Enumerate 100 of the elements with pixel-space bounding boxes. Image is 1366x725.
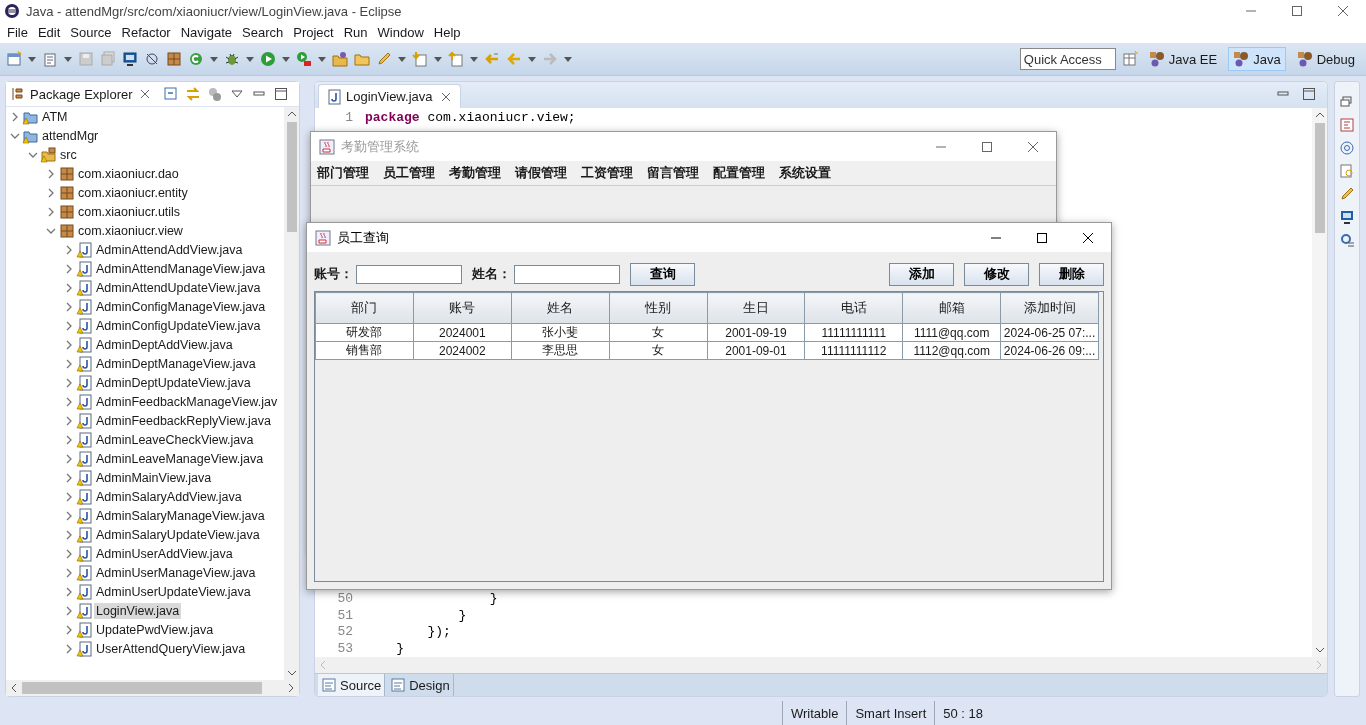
column-header[interactable]: 邮箱	[902, 292, 1001, 324]
menu-item[interactable]: 部门管理	[317, 164, 369, 182]
tree-item[interactable]: AdminDeptAddView.java	[94, 336, 235, 353]
tree-item[interactable]: com.xiaoniucr.view	[76, 222, 185, 239]
menu-item[interactable]: Project	[288, 25, 339, 40]
chevron-right-icon[interactable]	[64, 244, 74, 255]
menu-item[interactable]: Window	[372, 25, 429, 40]
folder-icon[interactable]	[354, 51, 370, 67]
tree-item[interactable]: attendMgr	[40, 127, 101, 144]
menu-item[interactable]: 工资管理	[581, 164, 633, 182]
menu-item[interactable]: Help	[428, 25, 466, 40]
maximize-icon[interactable]	[1301, 86, 1317, 102]
tree-item[interactable]: com.xiaoniucr.dao	[76, 165, 181, 182]
menu-item[interactable]: Navigate	[175, 25, 237, 40]
document-search-icon[interactable]	[1339, 163, 1355, 179]
menu-item[interactable]: 员工管理	[383, 164, 435, 182]
tree-item[interactable]: src	[58, 146, 79, 163]
scrollbar-thumb[interactable]	[1314, 123, 1325, 233]
tree-item[interactable]: AdminLeaveCheckView.java	[94, 431, 256, 448]
input-field[interactable]	[356, 264, 462, 284]
monitor-icon[interactable]	[122, 51, 138, 67]
column-header[interactable]: 添加时间	[1000, 292, 1099, 324]
play-icon[interactable]	[260, 51, 276, 67]
chevron-right-icon[interactable]	[64, 472, 74, 483]
previous-annotation-icon[interactable]	[448, 51, 464, 67]
dropdown-caret-icon[interactable]	[282, 56, 290, 62]
menu-item[interactable]: Run	[338, 25, 373, 40]
link-arrows-icon[interactable]	[184, 86, 201, 102]
menu-item[interactable]: 请假管理	[515, 164, 567, 182]
scroll-down-icon[interactable]	[1314, 646, 1325, 654]
dropdown-caret-icon[interactable]	[246, 56, 254, 62]
package-icon[interactable]	[166, 51, 182, 67]
tree-item[interactable]: AdminAttendManageView.java	[94, 260, 268, 277]
chevron-right-icon[interactable]	[64, 624, 74, 635]
new-window-icon[interactable]	[6, 51, 22, 67]
chevron-right-icon[interactable]	[46, 206, 56, 217]
editor-mode-tab[interactable]: Design	[387, 674, 454, 696]
tree-item[interactable]: UpdatePwdView.java	[94, 621, 216, 638]
horizontal-scrollbar[interactable]	[6, 680, 299, 696]
tree-item[interactable]: AdminUserAddView.java	[94, 545, 235, 562]
chevron-right-icon[interactable]	[64, 453, 74, 464]
tree-item[interactable]: com.xiaoniucr.utils	[76, 203, 183, 220]
scroll-right-icon[interactable]	[287, 683, 295, 693]
scroll-up-icon[interactable]	[1314, 111, 1325, 119]
scroll-left-icon[interactable]	[10, 683, 18, 693]
column-header[interactable]: 部门	[315, 292, 414, 324]
dropdown-caret-icon[interactable]	[318, 56, 326, 62]
column-header[interactable]: 电话	[804, 292, 903, 324]
dropdown-caret-icon[interactable]	[470, 56, 478, 62]
chevron-right-icon[interactable]	[64, 491, 74, 502]
open-perspective-icon[interactable]	[1121, 51, 1138, 67]
action-button[interactable]: 添加	[889, 262, 954, 286]
brush-icon[interactable]	[376, 51, 392, 67]
tree-item[interactable]: AdminUserManageView.java	[94, 564, 258, 581]
tree-item[interactable]: UserAttendQueryView.java	[94, 640, 248, 657]
scroll-up-icon[interactable]	[286, 110, 297, 118]
action-button[interactable]: 删除	[1039, 262, 1104, 286]
menu-item[interactable]: 留言管理	[647, 164, 699, 182]
tree-item[interactable]: ATM	[40, 108, 70, 125]
tree-item[interactable]: AdminLeaveManageView.java	[94, 450, 266, 467]
action-button[interactable]: 修改	[964, 262, 1029, 286]
dropdown-caret-icon[interactable]	[528, 56, 536, 62]
menu-item[interactable]: 系统设置	[779, 164, 831, 182]
tree-item[interactable]: AdminSalaryAddView.java	[94, 488, 244, 505]
vertical-scrollbar[interactable]	[1312, 108, 1327, 657]
scrollbar-thumb[interactable]	[286, 122, 297, 232]
maximize-icon[interactable]	[272, 86, 289, 102]
collapse-all-icon[interactable]	[162, 86, 179, 102]
dropdown-caret-icon[interactable]	[28, 56, 36, 62]
chevron-right-icon[interactable]	[10, 111, 20, 122]
chevron-right-icon[interactable]	[64, 643, 74, 654]
dropdown-caret-icon[interactable]	[64, 56, 72, 62]
column-header[interactable]: 姓名	[511, 292, 610, 324]
refresh-icon[interactable]	[188, 51, 204, 67]
chevron-right-icon[interactable]	[64, 377, 74, 388]
chevron-right-icon[interactable]	[46, 187, 56, 198]
tree-item[interactable]: AdminDeptManageView.java	[94, 355, 258, 372]
package-explorer-tab[interactable]: Package Explorer	[10, 83, 157, 105]
chevron-right-icon[interactable]	[64, 263, 74, 274]
chevron-right-icon[interactable]	[64, 510, 74, 521]
chevron-right-icon[interactable]	[64, 567, 74, 578]
perspective-button[interactable]: Java EE	[1143, 47, 1223, 71]
chevron-right-icon[interactable]	[64, 320, 74, 331]
next-annotation-icon[interactable]	[412, 51, 428, 67]
bug-icon[interactable]	[224, 51, 240, 67]
pin-off-icon[interactable]	[144, 51, 160, 67]
editor-mode-tab[interactable]: Source	[318, 674, 386, 696]
vertical-scrollbar[interactable]	[284, 107, 299, 680]
monitor-icon[interactable]	[1339, 209, 1355, 225]
menu-item[interactable]: Edit	[32, 25, 66, 40]
chevron-right-icon[interactable]	[64, 548, 74, 559]
chevron-right-icon[interactable]	[64, 415, 74, 426]
menu-item[interactable]: Search	[237, 25, 289, 40]
perspective-button[interactable]: Debug	[1291, 47, 1360, 71]
chevron-right-icon[interactable]	[64, 339, 74, 350]
dropdown-caret-icon[interactable]	[398, 56, 406, 62]
tree-item[interactable]: AdminSalaryManageView.java	[94, 507, 267, 524]
column-header[interactable]: 生日	[707, 292, 805, 324]
chevron-right-icon[interactable]	[64, 434, 74, 445]
column-header[interactable]: 性别	[609, 292, 707, 324]
